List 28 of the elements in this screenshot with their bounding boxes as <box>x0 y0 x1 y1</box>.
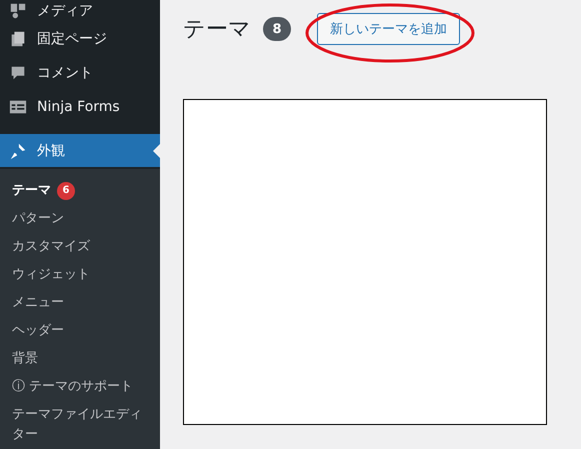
page-title: テーマ <box>183 16 251 44</box>
brush-icon <box>9 142 27 160</box>
submenu-item[interactable]: パターン <box>0 205 160 233</box>
submenu-item[interactable]: ヘッダー <box>0 317 160 345</box>
submenu-item[interactable]: テーマファイルエディター <box>0 401 160 449</box>
submenu-item[interactable]: ⓘ テーマのサポート <box>0 373 160 401</box>
theme-count-badge: 8 <box>263 17 291 41</box>
menu-label: コメント <box>37 64 93 82</box>
form-icon <box>9 98 27 116</box>
pages-icon <box>9 30 27 48</box>
menu-item[interactable]: Ninja Forms <box>0 90 160 124</box>
submenu-item[interactable]: 背景 <box>0 345 160 373</box>
submenu-item[interactable]: テーマ 6 <box>0 177 160 205</box>
menu-item[interactable]: コメント <box>0 56 160 90</box>
update-count-badge: 6 <box>57 182 75 200</box>
menu-label: 外観 <box>37 142 65 160</box>
menu-label: メディア <box>37 2 93 20</box>
submenu-item[interactable]: カスタマイズ <box>0 233 160 261</box>
submenu-item[interactable]: メニュー <box>0 289 160 317</box>
add-theme-button[interactable]: 新しいテーマを追加 <box>317 13 460 45</box>
menu-item[interactable]: メディア <box>0 0 160 22</box>
media-icon <box>9 2 27 20</box>
menu-item[interactable]: 外観 <box>0 134 160 167</box>
speech-bubble-icon <box>9 64 27 82</box>
menu-item[interactable]: 固定ページ <box>0 22 160 56</box>
menu-label: Ninja Forms <box>37 99 120 115</box>
submenu-item[interactable]: ウィジェット <box>0 261 160 289</box>
menu-label: 固定ページ <box>37 30 107 48</box>
